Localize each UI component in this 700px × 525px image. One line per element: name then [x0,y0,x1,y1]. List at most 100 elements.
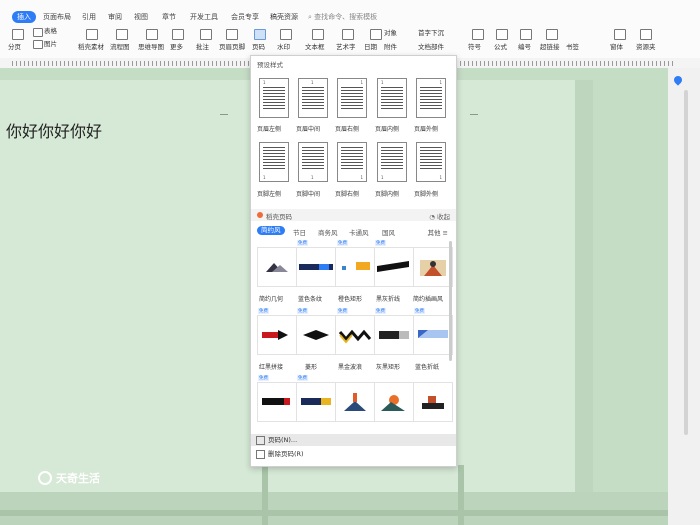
picture-icon[interactable] [33,40,43,49]
tab-festival[interactable]: 节日 [293,227,306,237]
page-break-icon[interactable] [12,29,24,40]
ribbon-bookmark[interactable]: 书签 [566,43,579,52]
preset-footer-center[interactable]: 1 [298,142,328,182]
date-icon[interactable] [370,29,382,40]
ribbon-flowchart[interactable]: 流程图 [110,43,130,52]
template-label: 橙色矩形 [338,296,363,303]
header-footer-icon[interactable] [226,29,238,40]
page-number-settings-item[interactable]: 页码(N)... [251,434,456,446]
preset-header-left[interactable]: 1 [259,78,289,118]
template-thumbnail[interactable] [374,382,414,422]
form-icon[interactable] [614,29,626,40]
preset-footer-left[interactable]: 1 [259,142,289,182]
preset-header-outside[interactable]: 1 [416,78,446,118]
template-thumbnail[interactable] [335,382,375,422]
template-thumbnail[interactable] [335,315,375,355]
tab-review[interactable]: 审阅 [108,11,122,23]
search-input[interactable]: ⌕ 查找命令、搜索模板 [308,11,377,23]
symbol-icon[interactable] [472,29,484,40]
docer-section-title: 稻壳页码 [266,213,292,221]
wordart-icon[interactable] [342,29,354,40]
vertical-scrollbar[interactable] [684,90,688,435]
template-thumbnail[interactable] [296,315,336,355]
template-thumbnail[interactable] [374,315,414,355]
preset-label: 页眉右侧 [335,126,360,133]
ribbon-textbox[interactable]: 文本框 [305,43,325,52]
template-thumbnail[interactable] [413,247,453,287]
comment-icon[interactable] [200,29,212,40]
ribbon-more[interactable]: 更多 [170,43,183,52]
ribbon-watermark[interactable]: 水印 [277,43,290,52]
ribbon-page-number[interactable]: 页码 [252,43,265,52]
ribbon-hyperlink[interactable]: 超链接 [540,43,560,52]
ribbon-date[interactable]: 日期 [364,43,377,52]
preset-footer-outside[interactable]: 1 [416,142,446,182]
ribbon-mindmap[interactable]: 思维导图 [138,43,164,52]
ribbon-header-footer[interactable]: 页眉页脚 [219,43,245,52]
tab-docer-resources[interactable]: 稿壳资源 [270,11,298,23]
ribbon-form[interactable]: 窗体 [610,43,623,52]
ribbon-symbol[interactable]: 符号 [468,43,481,52]
table-icon[interactable] [33,28,43,37]
template-thumbnail[interactable] [296,382,336,422]
page-number-settings-icon [256,436,265,445]
ribbon-picture[interactable]: 图片 [44,40,57,49]
tab-member[interactable]: 会员专享 [231,11,259,23]
delete-page-number-item[interactable]: 删除页码(R) [251,448,456,460]
docer-material-icon[interactable] [86,29,98,40]
tab-cartoon[interactable]: 卡通风 [349,227,369,237]
template-thumbnail[interactable] [413,382,453,422]
numbering-icon[interactable] [520,29,532,40]
ribbon-wordart[interactable]: 艺术字 [336,43,356,52]
template-thumbnail[interactable] [413,315,453,355]
ribbon-attachment[interactable]: 附件 [384,43,397,52]
free-tag: 免费 [337,240,348,246]
tab-page-layout[interactable]: 页面布局 [43,11,71,23]
template-thumbnail[interactable] [296,247,336,287]
template-thumbnail[interactable] [374,247,414,287]
hyperlink-icon[interactable] [546,29,558,40]
template-thumbnail[interactable] [335,247,375,287]
panel-scrollbar[interactable] [449,241,452,361]
flowchart-icon[interactable] [116,29,128,40]
preset-footer-inside[interactable]: 1 [377,142,407,182]
template-thumbnail[interactable] [257,247,297,287]
preset-header-inside[interactable]: 1 [377,78,407,118]
tab-minimal[interactable]: 简约风 [257,226,285,235]
tab-developer[interactable]: 开发工具 [190,11,218,23]
template-thumbnail[interactable] [257,315,297,355]
preset-number-mark: 1 [263,80,266,85]
document-text[interactable]: 你好你好你好 [6,118,102,142]
ribbon-docer-material[interactable]: 稻壳素材 [78,43,104,52]
preset-footer-right[interactable]: 1 [337,142,367,182]
mindmap-icon[interactable] [146,29,158,40]
tab-references[interactable]: 引用 [82,11,96,23]
resource-folder-icon[interactable] [640,29,652,40]
more-icon[interactable] [172,29,184,40]
template-thumbnail[interactable] [257,382,297,422]
gray-black-graphic-icon [379,331,409,339]
preset-header-right[interactable]: 1 [337,78,367,118]
ribbon-resource-folder[interactable]: 资源夹 [636,43,656,52]
watermark-icon[interactable] [280,29,292,40]
ribbon-table[interactable]: 表格 [44,27,57,36]
tab-chinese-style[interactable]: 国风 [382,227,395,237]
tab-view[interactable]: 视图 [134,11,148,23]
preset-header-center[interactable]: 1 [298,78,328,118]
tab-chapter[interactable]: 章节 [162,11,176,23]
ribbon-page-break[interactable]: 分页 [8,43,21,52]
formula-icon[interactable] [496,29,508,40]
ribbon-formula[interactable]: 公式 [494,43,507,52]
tab-insert[interactable]: 插入 [12,11,36,23]
ribbon-comment[interactable]: 批注 [196,43,209,52]
page-number-icon[interactable] [254,29,266,40]
collapse-button[interactable]: ◔ 收起 [429,211,450,221]
black-red-graphic-icon [262,398,290,405]
ribbon-drop-cap[interactable]: 首字下沉 [418,29,444,38]
ribbon-object[interactable]: 对象 [384,29,397,38]
ribbon-numbering[interactable]: 编号 [518,43,531,52]
tab-business[interactable]: 商务风 [318,227,338,237]
textbox-icon[interactable] [312,29,324,40]
more-categories-button[interactable]: 其他 ≡ [427,227,448,237]
ribbon-doc-parts[interactable]: 文档部件 [418,43,444,52]
